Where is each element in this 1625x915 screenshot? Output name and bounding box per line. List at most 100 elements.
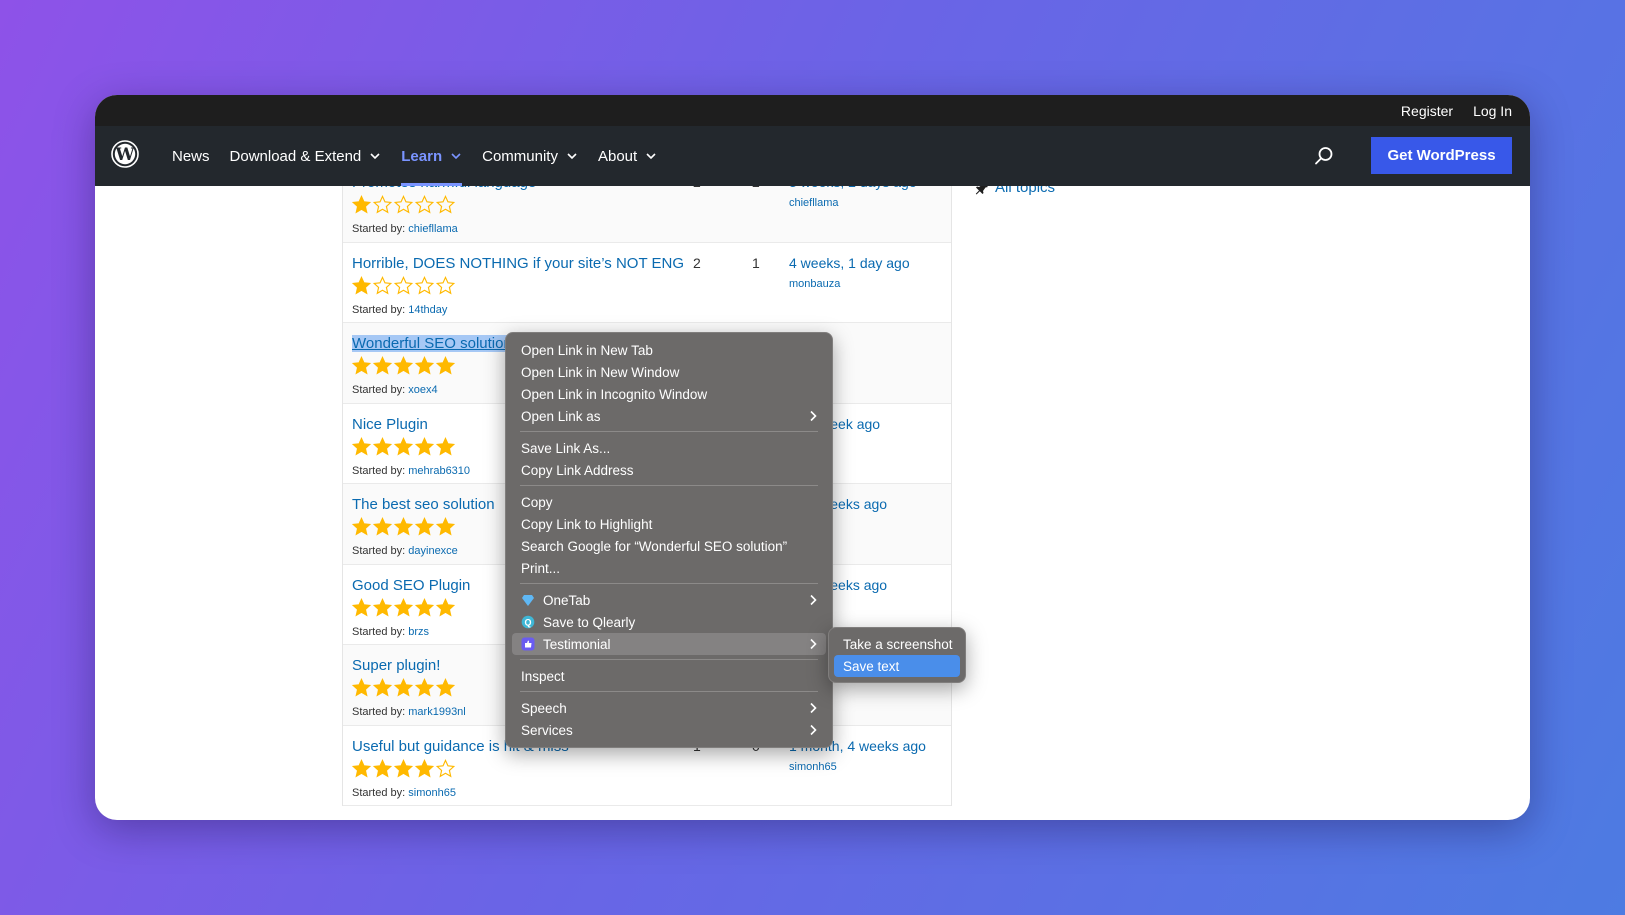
menu-item-copy-link-address[interactable]: Copy Link Address [512, 459, 826, 481]
search-icon[interactable] [1313, 145, 1335, 167]
star-filled-icon [436, 436, 455, 455]
star-filled-icon [373, 758, 392, 777]
author-link[interactable]: brzs [408, 626, 429, 638]
menu-separator [520, 485, 818, 486]
star-filled-icon [352, 597, 371, 616]
nav-item-learn[interactable]: Learn [401, 126, 462, 186]
freshness-link[interactable]: 4 weeks, 1 day ago [789, 255, 910, 271]
submenu-item-label: Save text [843, 658, 900, 674]
last-poster-link[interactable]: simonh65 [789, 761, 837, 773]
star-rating [352, 436, 455, 456]
author-link[interactable]: mehrab6310 [408, 465, 470, 477]
topic-title-link[interactable]: Nice Plugin [352, 416, 428, 433]
menu-item-print[interactable]: Print... [512, 557, 826, 579]
nav-item-community[interactable]: Community [482, 126, 578, 186]
menu-separator [520, 659, 818, 660]
menu-item-open-link-as[interactable]: Open Link as [512, 405, 826, 427]
started-by: Started by: mark1993nl [352, 706, 466, 718]
author-link[interactable]: chiefllama [408, 223, 458, 235]
nav-item-news[interactable]: News [172, 126, 210, 186]
author-link[interactable]: simonh65 [408, 787, 456, 799]
menu-item-save-link-as[interactable]: Save Link As... [512, 437, 826, 459]
submenu-item-take-a-screenshot[interactable]: Take a screenshot [834, 633, 960, 655]
star-filled-icon [415, 758, 434, 777]
wordpress-logo-icon[interactable]: W [111, 140, 139, 168]
author-link[interactable]: 14thday [408, 304, 447, 316]
last-poster-link[interactable]: monbauza [789, 278, 840, 290]
login-link[interactable]: Log In [1473, 103, 1512, 119]
menu-item-label: Search Google for “Wonderful SEO solutio… [521, 538, 788, 554]
menu-item-onetab[interactable]: OneTab [512, 589, 826, 611]
author-link[interactable]: dayinexce [408, 545, 458, 557]
star-rating [352, 597, 455, 617]
menu-separator [520, 431, 818, 432]
star-empty-icon [436, 758, 455, 777]
menu-item-speech[interactable]: Speech [512, 697, 826, 719]
menu-item-open-link-in-incognito-window[interactable]: Open Link in Incognito Window [512, 383, 826, 405]
menu-item-label: Copy [521, 494, 553, 510]
star-filled-icon [394, 678, 413, 697]
get-wordpress-button[interactable]: Get WordPress [1371, 137, 1512, 174]
topic-row: Promotes harmful language Started by: chi… [343, 186, 951, 243]
submenu-item-save-text[interactable]: Save text [834, 655, 960, 677]
started-by: Started by: mehrab6310 [352, 465, 470, 477]
author-link[interactable]: mark1993nl [408, 706, 465, 718]
menu-item-label: Save to Qlearly [543, 614, 636, 630]
register-link[interactable]: Register [1401, 103, 1453, 119]
testimonial-icon [521, 637, 535, 651]
main-nav: W News Download & Extend Learn Community Abo… [95, 126, 1530, 186]
chevron-down-icon [646, 153, 656, 160]
chevron-right-icon [810, 410, 817, 422]
menu-item-testimonial[interactable]: Testimonial [512, 633, 826, 655]
started-by-label: Started by: [352, 464, 406, 477]
menu-item-copy-link-to-highlight[interactable]: Copy Link to Highlight [512, 513, 826, 535]
star-filled-icon [352, 758, 371, 777]
started-by-label: Started by: [352, 545, 406, 557]
nav-item-download-extend[interactable]: Download & Extend [230, 126, 382, 186]
nav-item-about[interactable]: About [598, 126, 657, 186]
started-by: Started by: 14thday [352, 304, 447, 316]
topic-title-link[interactable]: Good SEO Plugin [352, 577, 470, 594]
menu-item-open-link-in-new-window[interactable]: Open Link in New Window [512, 361, 826, 383]
started-by-label: Started by: [352, 706, 406, 718]
menu-item-inspect[interactable]: Inspect [512, 665, 826, 687]
menu-item-label: Copy Link to Highlight [521, 516, 653, 532]
star-rating [352, 517, 455, 536]
menu-separator [520, 583, 818, 584]
topic-title-link[interactable]: Horrible, DOES NOTHING if your site’s NO… [352, 255, 684, 272]
star-filled-icon [436, 678, 455, 697]
star-filled-icon [373, 517, 392, 536]
star-filled-icon [352, 356, 371, 375]
all-topics-label: All topics [995, 186, 1056, 196]
qlearly-icon: Q [521, 615, 535, 629]
chevron-down-icon [370, 153, 380, 160]
topic-title-link[interactable]: The best seo solution [352, 496, 495, 513]
star-empty-icon [394, 275, 413, 294]
topic-title-link[interactable]: Super plugin! [352, 657, 440, 674]
last-poster-link[interactable]: chiefllama [789, 197, 839, 209]
submenu-item-label: Take a screenshot [843, 636, 953, 652]
testimonial-submenu: Take a screenshot Save text [828, 627, 966, 683]
svg-text:W: W [114, 145, 135, 165]
star-filled-icon [394, 517, 413, 536]
started-by-label: Started by: [352, 223, 406, 235]
freshness-link[interactable]: 3 weeks, 2 days ago [789, 186, 917, 190]
menu-item-search-google-for-wonderful-seo-solution[interactable]: Search Google for “Wonderful SEO solutio… [512, 535, 826, 557]
replies-count: 2 [752, 186, 760, 190]
star-filled-icon [394, 758, 413, 777]
nav-item-label: Community [482, 147, 558, 165]
topic-title-link[interactable]: Promotes harmful language [352, 186, 536, 191]
menu-item-open-link-in-new-tab[interactable]: Open Link in New Tab [512, 339, 826, 361]
menu-item-label: Open Link as [521, 408, 601, 424]
topic-title-link[interactable]: Wonderful SEO solution [352, 335, 512, 352]
started-by-label: Started by: [352, 384, 406, 396]
menu-item-copy[interactable]: Copy [512, 491, 826, 513]
all-topics-link[interactable]: All topics [975, 186, 1055, 196]
menu-item-services[interactable]: Services [512, 719, 826, 741]
author-link[interactable]: xoex4 [408, 384, 437, 396]
menu-item-label: Save Link As... [521, 440, 611, 456]
star-empty-icon [394, 195, 413, 214]
menu-item-label: Copy Link Address [521, 462, 634, 478]
menu-item-label: Services [521, 722, 573, 738]
menu-item-save-to-qlearly[interactable]: Q Save to Qlearly [512, 611, 826, 633]
